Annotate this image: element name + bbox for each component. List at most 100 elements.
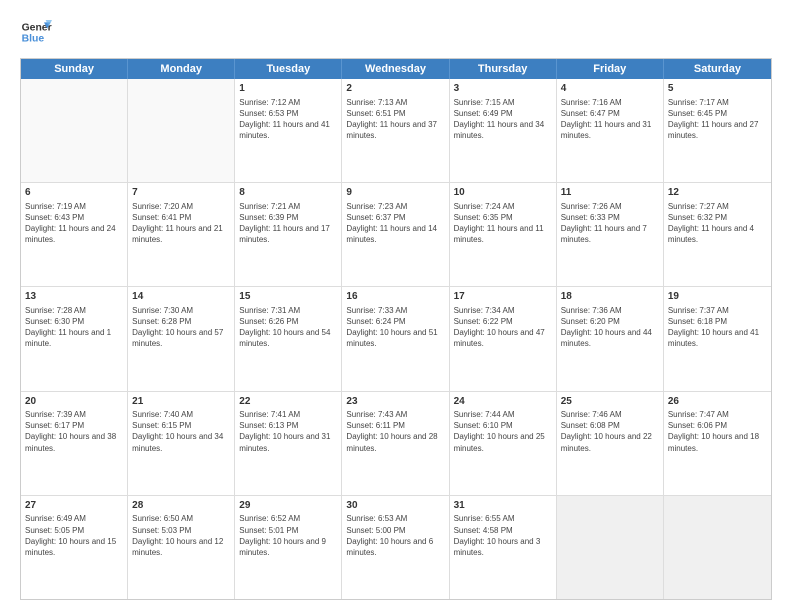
cell-content: Sunrise: 7:44 AM Sunset: 6:10 PM Dayligh…: [454, 409, 552, 454]
day-number: 9: [346, 186, 444, 200]
day-number: 18: [561, 290, 659, 304]
cal-cell-1-6: 4Sunrise: 7:16 AM Sunset: 6:47 PM Daylig…: [557, 79, 664, 182]
cal-cell-3-2: 14Sunrise: 7:30 AM Sunset: 6:28 PM Dayli…: [128, 287, 235, 390]
cal-cell-3-1: 13Sunrise: 7:28 AM Sunset: 6:30 PM Dayli…: [21, 287, 128, 390]
day-header-monday: Monday: [128, 59, 235, 79]
cell-content: Sunrise: 7:40 AM Sunset: 6:15 PM Dayligh…: [132, 409, 230, 454]
day-header-wednesday: Wednesday: [342, 59, 449, 79]
day-header-tuesday: Tuesday: [235, 59, 342, 79]
calendar-row-1: 1Sunrise: 7:12 AM Sunset: 6:53 PM Daylig…: [21, 79, 771, 182]
cal-cell-2-2: 7Sunrise: 7:20 AM Sunset: 6:41 PM Daylig…: [128, 183, 235, 286]
cal-cell-5-2: 28Sunrise: 6:50 AM Sunset: 5:03 PM Dayli…: [128, 496, 235, 599]
calendar-row-5: 27Sunrise: 6:49 AM Sunset: 5:05 PM Dayli…: [21, 495, 771, 599]
day-number: 12: [668, 186, 767, 200]
cell-content: Sunrise: 7:37 AM Sunset: 6:18 PM Dayligh…: [668, 305, 767, 350]
svg-text:Blue: Blue: [22, 34, 45, 45]
cell-content: Sunrise: 7:16 AM Sunset: 6:47 PM Dayligh…: [561, 97, 659, 142]
cell-content: Sunrise: 6:49 AM Sunset: 5:05 PM Dayligh…: [25, 513, 123, 558]
day-header-friday: Friday: [557, 59, 664, 79]
cal-cell-1-4: 2Sunrise: 7:13 AM Sunset: 6:51 PM Daylig…: [342, 79, 449, 182]
day-number: 16: [346, 290, 444, 304]
cal-cell-4-6: 25Sunrise: 7:46 AM Sunset: 6:08 PM Dayli…: [557, 392, 664, 495]
cal-cell-4-2: 21Sunrise: 7:40 AM Sunset: 6:15 PM Dayli…: [128, 392, 235, 495]
cal-cell-4-5: 24Sunrise: 7:44 AM Sunset: 6:10 PM Dayli…: [450, 392, 557, 495]
logo: General Blue: [20, 16, 54, 48]
cell-content: Sunrise: 7:31 AM Sunset: 6:26 PM Dayligh…: [239, 305, 337, 350]
day-number: 19: [668, 290, 767, 304]
cell-content: Sunrise: 7:23 AM Sunset: 6:37 PM Dayligh…: [346, 201, 444, 246]
cal-cell-3-3: 15Sunrise: 7:31 AM Sunset: 6:26 PM Dayli…: [235, 287, 342, 390]
cal-cell-4-3: 22Sunrise: 7:41 AM Sunset: 6:13 PM Dayli…: [235, 392, 342, 495]
cal-cell-5-1: 27Sunrise: 6:49 AM Sunset: 5:05 PM Dayli…: [21, 496, 128, 599]
day-number: 17: [454, 290, 552, 304]
day-number: 2: [346, 82, 444, 96]
cal-cell-1-2: [128, 79, 235, 182]
cell-content: Sunrise: 7:34 AM Sunset: 6:22 PM Dayligh…: [454, 305, 552, 350]
cell-content: Sunrise: 7:41 AM Sunset: 6:13 PM Dayligh…: [239, 409, 337, 454]
calendar-body: 1Sunrise: 7:12 AM Sunset: 6:53 PM Daylig…: [21, 79, 771, 599]
day-number: 7: [132, 186, 230, 200]
cell-content: Sunrise: 7:47 AM Sunset: 6:06 PM Dayligh…: [668, 409, 767, 454]
cell-content: Sunrise: 7:21 AM Sunset: 6:39 PM Dayligh…: [239, 201, 337, 246]
cell-content: Sunrise: 6:53 AM Sunset: 5:00 PM Dayligh…: [346, 513, 444, 558]
cell-content: Sunrise: 7:15 AM Sunset: 6:49 PM Dayligh…: [454, 97, 552, 142]
day-number: 1: [239, 82, 337, 96]
cal-cell-4-4: 23Sunrise: 7:43 AM Sunset: 6:11 PM Dayli…: [342, 392, 449, 495]
cal-cell-4-1: 20Sunrise: 7:39 AM Sunset: 6:17 PM Dayli…: [21, 392, 128, 495]
cell-content: Sunrise: 7:39 AM Sunset: 6:17 PM Dayligh…: [25, 409, 123, 454]
day-number: 13: [25, 290, 123, 304]
cal-cell-3-7: 19Sunrise: 7:37 AM Sunset: 6:18 PM Dayli…: [664, 287, 771, 390]
cal-cell-2-5: 10Sunrise: 7:24 AM Sunset: 6:35 PM Dayli…: [450, 183, 557, 286]
day-number: 15: [239, 290, 337, 304]
cal-cell-5-4: 30Sunrise: 6:53 AM Sunset: 5:00 PM Dayli…: [342, 496, 449, 599]
cell-content: Sunrise: 7:43 AM Sunset: 6:11 PM Dayligh…: [346, 409, 444, 454]
cell-content: Sunrise: 6:52 AM Sunset: 5:01 PM Dayligh…: [239, 513, 337, 558]
day-number: 21: [132, 395, 230, 409]
cal-cell-5-7: [664, 496, 771, 599]
cell-content: Sunrise: 7:36 AM Sunset: 6:20 PM Dayligh…: [561, 305, 659, 350]
cal-cell-5-3: 29Sunrise: 6:52 AM Sunset: 5:01 PM Dayli…: [235, 496, 342, 599]
day-header-thursday: Thursday: [450, 59, 557, 79]
cal-cell-5-6: [557, 496, 664, 599]
cell-content: Sunrise: 6:50 AM Sunset: 5:03 PM Dayligh…: [132, 513, 230, 558]
cal-cell-1-5: 3Sunrise: 7:15 AM Sunset: 6:49 PM Daylig…: [450, 79, 557, 182]
cell-content: Sunrise: 7:46 AM Sunset: 6:08 PM Dayligh…: [561, 409, 659, 454]
cell-content: Sunrise: 7:13 AM Sunset: 6:51 PM Dayligh…: [346, 97, 444, 142]
day-header-sunday: Sunday: [21, 59, 128, 79]
calendar: SundayMondayTuesdayWednesdayThursdayFrid…: [20, 58, 772, 600]
cal-cell-4-7: 26Sunrise: 7:47 AM Sunset: 6:06 PM Dayli…: [664, 392, 771, 495]
cal-cell-2-6: 11Sunrise: 7:26 AM Sunset: 6:33 PM Dayli…: [557, 183, 664, 286]
day-header-saturday: Saturday: [664, 59, 771, 79]
cal-cell-3-6: 18Sunrise: 7:36 AM Sunset: 6:20 PM Dayli…: [557, 287, 664, 390]
cal-cell-2-4: 9Sunrise: 7:23 AM Sunset: 6:37 PM Daylig…: [342, 183, 449, 286]
calendar-row-4: 20Sunrise: 7:39 AM Sunset: 6:17 PM Dayli…: [21, 391, 771, 495]
day-number: 24: [454, 395, 552, 409]
day-number: 22: [239, 395, 337, 409]
cell-content: Sunrise: 6:55 AM Sunset: 4:58 PM Dayligh…: [454, 513, 552, 558]
cell-content: Sunrise: 7:20 AM Sunset: 6:41 PM Dayligh…: [132, 201, 230, 246]
cal-cell-1-3: 1Sunrise: 7:12 AM Sunset: 6:53 PM Daylig…: [235, 79, 342, 182]
day-number: 25: [561, 395, 659, 409]
cal-cell-3-4: 16Sunrise: 7:33 AM Sunset: 6:24 PM Dayli…: [342, 287, 449, 390]
cell-content: Sunrise: 7:26 AM Sunset: 6:33 PM Dayligh…: [561, 201, 659, 246]
day-number: 11: [561, 186, 659, 200]
day-number: 23: [346, 395, 444, 409]
day-number: 5: [668, 82, 767, 96]
cal-cell-2-1: 6Sunrise: 7:19 AM Sunset: 6:43 PM Daylig…: [21, 183, 128, 286]
cell-content: Sunrise: 7:33 AM Sunset: 6:24 PM Dayligh…: [346, 305, 444, 350]
day-number: 30: [346, 499, 444, 513]
cell-content: Sunrise: 7:30 AM Sunset: 6:28 PM Dayligh…: [132, 305, 230, 350]
calendar-header: SundayMondayTuesdayWednesdayThursdayFrid…: [21, 59, 771, 79]
cal-cell-5-5: 31Sunrise: 6:55 AM Sunset: 4:58 PM Dayli…: [450, 496, 557, 599]
day-number: 10: [454, 186, 552, 200]
day-number: 26: [668, 395, 767, 409]
cell-content: Sunrise: 7:28 AM Sunset: 6:30 PM Dayligh…: [25, 305, 123, 350]
cell-content: Sunrise: 7:17 AM Sunset: 6:45 PM Dayligh…: [668, 97, 767, 142]
day-number: 27: [25, 499, 123, 513]
cal-cell-2-7: 12Sunrise: 7:27 AM Sunset: 6:32 PM Dayli…: [664, 183, 771, 286]
cell-content: Sunrise: 7:12 AM Sunset: 6:53 PM Dayligh…: [239, 97, 337, 142]
day-number: 8: [239, 186, 337, 200]
cal-cell-1-1: [21, 79, 128, 182]
day-number: 20: [25, 395, 123, 409]
calendar-row-2: 6Sunrise: 7:19 AM Sunset: 6:43 PM Daylig…: [21, 182, 771, 286]
